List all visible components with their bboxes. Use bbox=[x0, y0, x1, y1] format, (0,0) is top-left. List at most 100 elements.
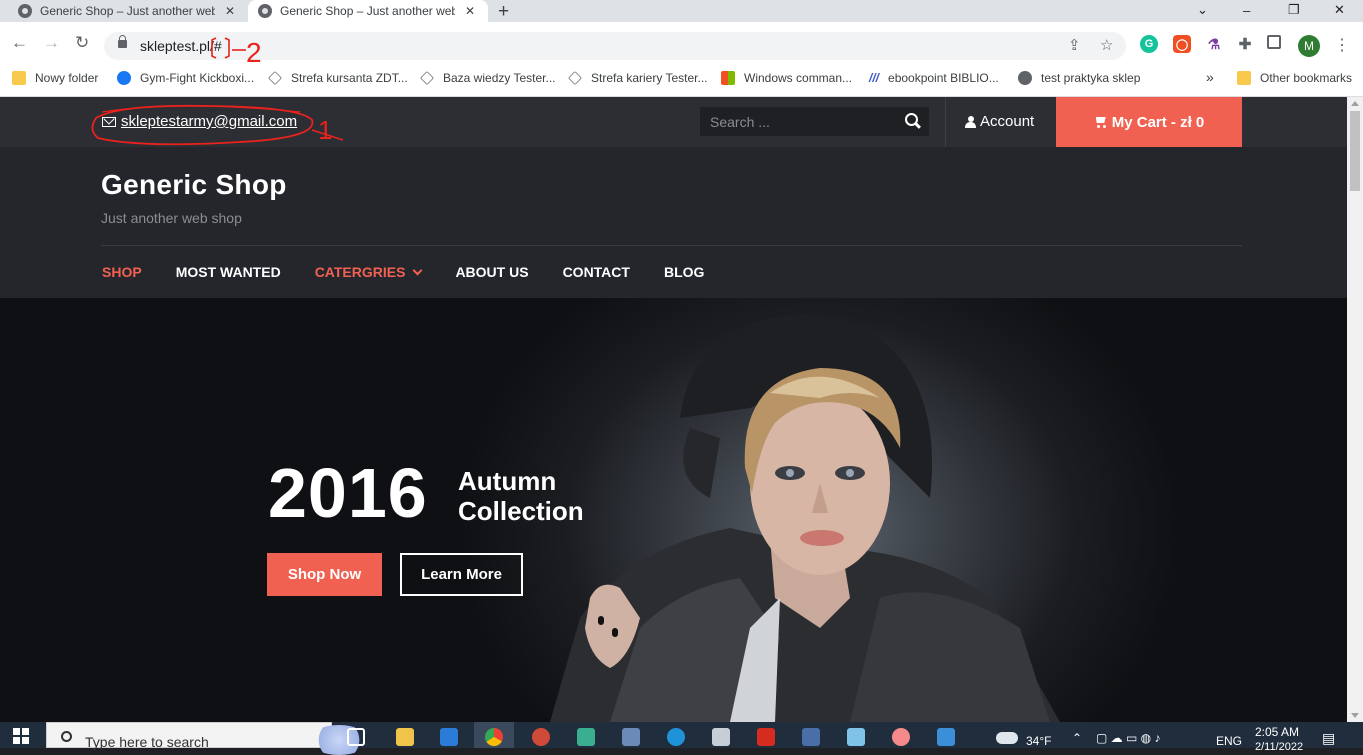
nav-item-blog[interactable]: BLOG bbox=[664, 264, 704, 280]
nav-item-contact[interactable]: CONTACT bbox=[563, 264, 630, 280]
address-bar[interactable]: skleptest.pl/# ⇪ ☆ bbox=[104, 32, 1126, 60]
close-window-button[interactable]: ✕ bbox=[1334, 2, 1345, 18]
snipping-icon[interactable] bbox=[847, 728, 865, 746]
language-indicator[interactable]: ENG bbox=[1216, 734, 1242, 748]
scrollbar-thumb[interactable] bbox=[1350, 111, 1360, 191]
notifications-icon[interactable]: ▤ bbox=[1322, 730, 1335, 747]
bookmark-item[interactable]: Nowy folder bbox=[12, 71, 98, 85]
site-search bbox=[700, 107, 929, 136]
bookmarks-bar: Nowy folder Gym-Fight Kickboxi... Strefa… bbox=[0, 64, 1363, 97]
paint-icon[interactable] bbox=[532, 728, 550, 746]
shop-now-button[interactable]: Shop Now bbox=[267, 553, 382, 596]
tab-title: Generic Shop – Just another web shop bbox=[40, 4, 215, 18]
restore-button[interactable]: ❐ bbox=[1288, 2, 1300, 18]
search-input[interactable] bbox=[700, 107, 890, 136]
share-icon[interactable]: ⇪ bbox=[1068, 36, 1081, 54]
hero-subtitle-line: Autumn bbox=[458, 466, 557, 496]
nav-item-categories[interactable]: CATERGRIES bbox=[314, 264, 423, 280]
cart-button[interactable]: My Cart - zł 0 bbox=[1056, 97, 1242, 147]
grammarly-extension-icon[interactable]: G bbox=[1140, 35, 1158, 53]
menu-kebab-icon[interactable]: ⋮ bbox=[1334, 35, 1350, 55]
taskbar-clock[interactable]: 2:05 AM 2/11/2022 bbox=[1255, 725, 1303, 753]
bookmark-item[interactable]: Strefa kariery Tester... bbox=[568, 71, 708, 85]
scroll-up-icon[interactable] bbox=[1351, 101, 1359, 106]
nav-item-most-wanted[interactable]: MOST WANTED bbox=[176, 264, 281, 280]
weather-cloud-icon[interactable] bbox=[996, 732, 1018, 744]
tab-search-icon[interactable]: ⌄ bbox=[1197, 2, 1208, 18]
windows-taskbar: Type here to search 34°F ⌃ ▢ ☁ ▭ ◍ ♪ ENG… bbox=[0, 722, 1363, 755]
browser-tab[interactable]: Generic Shop – Just another web shop ✕ bbox=[18, 0, 248, 22]
forward-arrow-icon[interactable]: → bbox=[43, 34, 60, 52]
extension-icon[interactable]: ◯ bbox=[1173, 35, 1191, 53]
minimize-button[interactable]: – bbox=[1243, 3, 1250, 18]
other-bookmarks[interactable]: Other bookmarks bbox=[1237, 71, 1352, 85]
document-icon[interactable] bbox=[802, 728, 820, 746]
folder-icon bbox=[12, 71, 26, 85]
back-arrow-icon[interactable]: ← bbox=[11, 34, 28, 52]
bookmark-label: test praktyka sklep bbox=[1041, 71, 1141, 85]
nav-item-label: CATERGRIES bbox=[314, 264, 406, 280]
bookmark-star-icon[interactable]: ☆ bbox=[1100, 36, 1113, 54]
hero-model-image bbox=[550, 314, 1060, 722]
bookmark-item[interactable]: Baza wiedzy Tester... bbox=[420, 71, 556, 85]
site-title[interactable]: Generic Shop bbox=[101, 169, 287, 201]
learn-more-button[interactable]: Learn More bbox=[400, 553, 523, 596]
slack-icon[interactable] bbox=[577, 728, 595, 746]
calculator-icon[interactable] bbox=[622, 728, 640, 746]
bookmark-label: Strefa kariery Tester... bbox=[591, 71, 708, 85]
bookmark-item[interactable]: /// ebookpoint BIBLIO... bbox=[869, 71, 999, 85]
page-scrollbar[interactable] bbox=[1347, 97, 1363, 722]
bookmark-item[interactable]: Gym-Fight Kickboxi... bbox=[117, 71, 254, 85]
user-icon bbox=[965, 115, 976, 128]
account-label: Account bbox=[980, 113, 1035, 130]
email-text[interactable]: skleptestarmy@gmail.com bbox=[121, 113, 297, 130]
tab-title: Generic Shop – Just another web shop bbox=[280, 4, 455, 18]
search-icon[interactable] bbox=[905, 113, 921, 129]
task-view-icon[interactable] bbox=[347, 728, 365, 746]
cart-label: My Cart - zł 0 bbox=[1111, 113, 1205, 131]
browser-tab-active[interactable]: Generic Shop – Just another web shop ✕ bbox=[248, 0, 488, 22]
file-explorer-icon[interactable] bbox=[396, 728, 414, 746]
bookmark-item[interactable]: test praktyka sklep bbox=[1018, 71, 1140, 85]
store-icon[interactable] bbox=[440, 728, 458, 746]
weather-temp[interactable]: 34°F bbox=[1026, 734, 1051, 748]
hero-slider: 2016 Autumn Collection Shop Now Learn Mo… bbox=[0, 298, 1363, 722]
bookmark-label: Baza wiedzy Tester... bbox=[443, 71, 556, 85]
reload-icon[interactable]: ↻ bbox=[75, 34, 89, 52]
chrome-icon[interactable] bbox=[485, 728, 503, 746]
bookmark-item[interactable]: Windows comman... bbox=[721, 71, 852, 85]
tray-chevron-up-icon[interactable]: ⌃ bbox=[1072, 731, 1082, 745]
globe-icon bbox=[1018, 71, 1032, 85]
bookmarks-overflow-icon[interactable]: » bbox=[1206, 69, 1214, 85]
windows-start-icon[interactable] bbox=[13, 728, 29, 744]
profile-avatar[interactable]: M bbox=[1298, 35, 1320, 57]
tray-icons[interactable]: ▢ ☁ ▭ ◍ ♪ bbox=[1096, 731, 1160, 745]
pdf-reader-icon[interactable] bbox=[757, 728, 775, 746]
browser-tab-strip: Generic Shop – Just another web shop ✕ G… bbox=[0, 0, 1363, 22]
bookmark-label: Windows comman... bbox=[744, 71, 853, 85]
side-panel-icon[interactable] bbox=[1267, 35, 1281, 49]
url-text[interactable]: skleptest.pl/# bbox=[140, 38, 222, 54]
bookmark-label: ebookpoint BIBLIO... bbox=[888, 71, 999, 85]
puzzle-extensions-icon[interactable]: ✚ bbox=[1236, 35, 1254, 53]
bookmark-label: Nowy folder bbox=[35, 71, 99, 85]
close-tab-icon[interactable]: ✕ bbox=[225, 4, 235, 18]
bookmark-item[interactable]: Strefa kursanta ZDT... bbox=[268, 71, 408, 85]
app-icon[interactable] bbox=[892, 728, 910, 746]
taskbar-search[interactable]: Type here to search bbox=[46, 722, 369, 755]
flask-extension-icon[interactable]: ⚗ bbox=[1205, 35, 1223, 53]
site-top-bar: skleptestarmy@gmail.com Account My Cart … bbox=[0, 97, 1363, 147]
hero-year: 2016 bbox=[268, 454, 428, 532]
contact-email-link[interactable]: skleptestarmy@gmail.com bbox=[102, 113, 297, 130]
scroll-down-icon[interactable] bbox=[1351, 713, 1359, 718]
account-link[interactable]: Account bbox=[965, 113, 1034, 130]
notepad-icon[interactable] bbox=[712, 728, 730, 746]
nav-item-about-us[interactable]: ABOUT US bbox=[455, 264, 528, 280]
edge-icon[interactable] bbox=[667, 728, 685, 746]
photos-icon[interactable] bbox=[937, 728, 955, 746]
bookmark-label: Strefa kursanta ZDT... bbox=[291, 71, 408, 85]
nav-item-shop[interactable]: SHOP bbox=[102, 264, 142, 280]
close-tab-icon[interactable]: ✕ bbox=[465, 4, 475, 18]
lock-icon[interactable] bbox=[118, 35, 127, 48]
new-tab-button[interactable]: + bbox=[498, 1, 509, 23]
